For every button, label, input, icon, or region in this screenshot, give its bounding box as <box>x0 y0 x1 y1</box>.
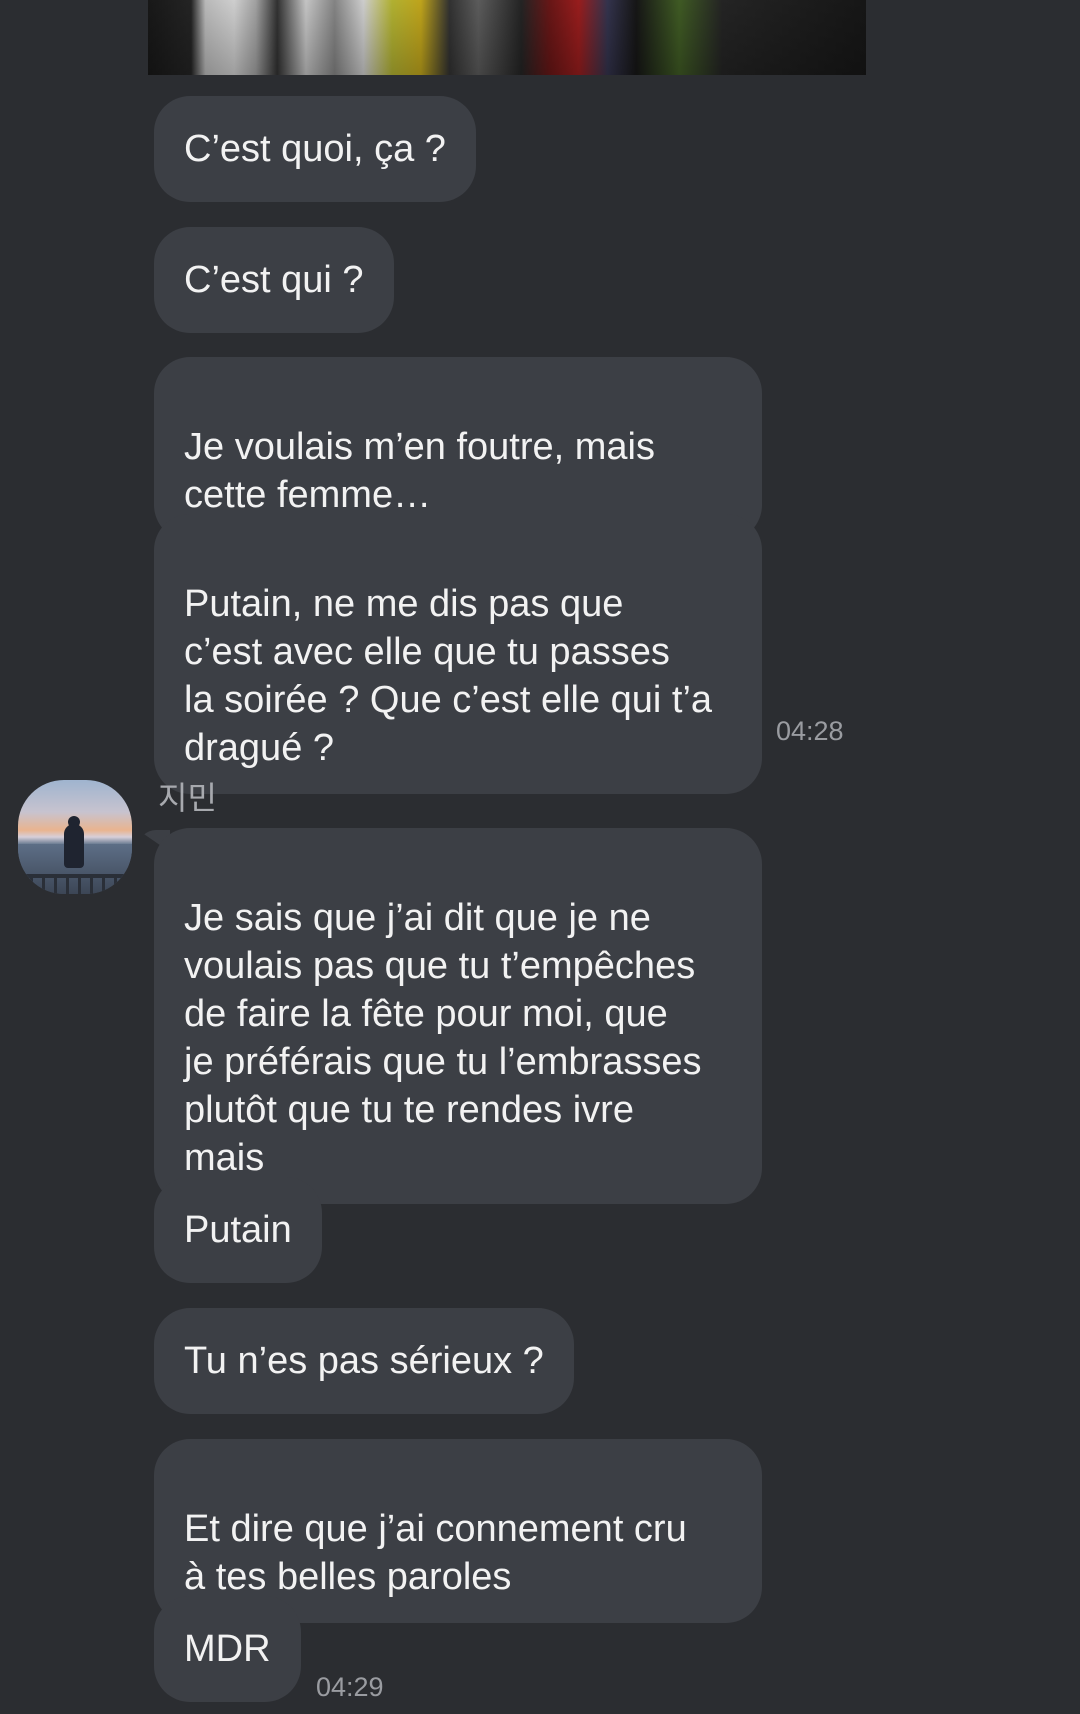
message-text: Et dire que j’ai connement cru à tes bel… <box>184 1508 687 1598</box>
avatar-railing-posts <box>18 876 132 894</box>
message-text: Tu n’es pas sérieux ? <box>184 1340 544 1382</box>
message-bubble[interactable]: Je sais que j’ai dit que je ne voulais p… <box>154 828 762 1204</box>
sender-name: 지민 <box>158 780 217 816</box>
message-bubble[interactable]: Tu n’es pas sérieux ? <box>154 1308 574 1414</box>
message-text: C’est quoi, ça ? <box>184 128 446 170</box>
sender-avatar[interactable] <box>18 780 132 894</box>
photo-shade <box>148 0 866 75</box>
message-bubble[interactable]: C’est qui ? <box>154 227 394 333</box>
message-bubble[interactable]: Putain <box>154 1177 322 1283</box>
message-text: Je sais que j’ai dit que je ne voulais p… <box>184 897 702 1179</box>
message-bubble[interactable]: Putain, ne me dis pas que c’est avec ell… <box>154 514 762 794</box>
message-text: Putain, ne me dis pas que c’est avec ell… <box>184 583 713 769</box>
message-text: Je voulais m’en foutre, mais cette femme… <box>184 426 655 516</box>
shared-photo-thumbnail[interactable] <box>148 0 866 75</box>
message-bubble[interactable]: MDR <box>154 1596 301 1702</box>
message-bubble[interactable]: C’est quoi, ça ? <box>154 96 476 202</box>
message-text: C’est qui ? <box>184 259 364 301</box>
message-timestamp: 04:28 <box>776 716 844 746</box>
avatar-person <box>64 824 84 868</box>
message-text: Putain <box>184 1209 292 1251</box>
message-timestamp: 04:29 <box>316 1672 384 1702</box>
message-text: MDR <box>184 1628 271 1670</box>
